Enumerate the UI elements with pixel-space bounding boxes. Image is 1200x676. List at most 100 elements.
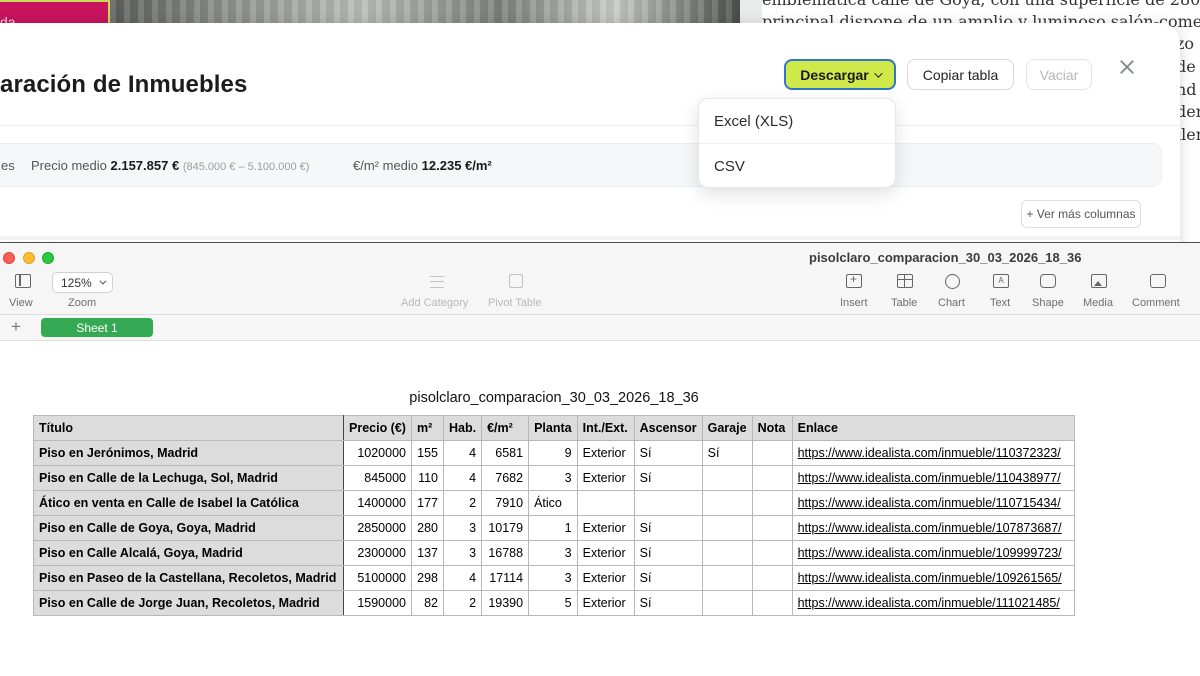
table-cell[interactable]: Sí xyxy=(633,465,703,491)
table-cell[interactable] xyxy=(751,465,793,491)
table-cell[interactable]: 1 xyxy=(528,515,578,541)
table-cell[interactable] xyxy=(701,515,753,541)
table-cell[interactable]: 9 xyxy=(528,440,578,466)
table-cell[interactable]: Exterior xyxy=(576,590,635,616)
sheet-tab-1[interactable]: Sheet 1 xyxy=(41,318,153,337)
row-title-cell[interactable]: Piso en Calle de Jorge Juan, Recoletos, … xyxy=(33,590,344,616)
text-box-icon[interactable]: A xyxy=(993,274,1009,288)
row-title-cell[interactable]: Ático en venta en Calle de Isabel la Cat… xyxy=(33,490,344,516)
table-cell[interactable]: Exterior xyxy=(576,465,635,491)
table-cell[interactable] xyxy=(751,515,793,541)
table-cell[interactable]: Exterior xyxy=(576,565,635,591)
table-cell[interactable] xyxy=(701,465,753,491)
link-cell[interactable]: https://www.idealista.com/inmueble/11043… xyxy=(791,465,1075,491)
table-cell[interactable]: 19390 xyxy=(481,590,530,616)
table-cell[interactable]: 1400000 xyxy=(343,490,412,516)
row-title-cell[interactable]: Piso en Paseo de la Castellana, Recoleto… xyxy=(33,565,344,591)
table-cell[interactable] xyxy=(751,440,793,466)
column-header[interactable]: Nota xyxy=(751,415,793,441)
table-cell[interactable]: Sí xyxy=(633,540,703,566)
more-columns-button[interactable]: + Ver más columnas xyxy=(1021,200,1141,228)
table-cell[interactable] xyxy=(701,590,753,616)
table-cell[interactable]: 2850000 xyxy=(343,515,412,541)
table-cell[interactable] xyxy=(751,490,793,516)
table-cell[interactable]: Sí xyxy=(701,440,753,466)
table-cell[interactable]: 17114 xyxy=(481,565,530,591)
close-icon[interactable] xyxy=(1118,58,1136,76)
copy-table-button[interactable]: Copiar tabla xyxy=(907,59,1014,90)
table-cell[interactable]: 3 xyxy=(528,465,578,491)
table-cell[interactable]: 16788 xyxy=(481,540,530,566)
close-window-button[interactable] xyxy=(3,252,15,264)
link-cell[interactable]: https://www.idealista.com/inmueble/10926… xyxy=(791,565,1075,591)
row-title-cell[interactable]: Piso en Jerónimos, Madrid xyxy=(33,440,344,466)
table-cell[interactable]: 10179 xyxy=(481,515,530,541)
column-header[interactable]: Planta xyxy=(528,415,578,441)
table-cell[interactable] xyxy=(576,490,635,516)
table-cell[interactable]: 280 xyxy=(411,515,444,541)
table-cell[interactable]: 7682 xyxy=(481,465,530,491)
horizontal-scrollbar[interactable] xyxy=(0,236,1180,240)
table-cell[interactable]: 4 xyxy=(442,440,483,466)
table-cell[interactable]: 2 xyxy=(442,490,483,516)
column-header[interactable]: Hab. xyxy=(442,415,483,441)
link-cell[interactable]: https://www.idealista.com/inmueble/10999… xyxy=(791,540,1075,566)
table-cell[interactable]: 82 xyxy=(411,590,444,616)
table-cell[interactable]: 177 xyxy=(411,490,444,516)
column-header[interactable]: Garaje xyxy=(701,415,753,441)
table-cell[interactable] xyxy=(701,565,753,591)
comment-icon[interactable] xyxy=(1150,274,1166,288)
table-cell[interactable]: 2 xyxy=(442,590,483,616)
table-cell[interactable]: 6581 xyxy=(481,440,530,466)
table-cell[interactable]: 137 xyxy=(411,540,444,566)
download-button[interactable]: Descargar xyxy=(784,59,896,90)
column-header[interactable]: Precio (€) xyxy=(343,415,412,441)
link-cell[interactable]: https://www.idealista.com/inmueble/11037… xyxy=(791,440,1075,466)
table-cell[interactable]: Ático xyxy=(528,490,578,516)
table-cell[interactable] xyxy=(701,490,753,516)
table-cell[interactable]: 1590000 xyxy=(343,590,412,616)
column-header[interactable]: m² xyxy=(411,415,444,441)
table-cell[interactable]: 845000 xyxy=(343,465,412,491)
pivot-table-icon[interactable] xyxy=(509,274,523,288)
zoom-select[interactable]: 125% xyxy=(52,272,113,293)
table-cell[interactable]: Exterior xyxy=(576,540,635,566)
column-header[interactable]: Enlace xyxy=(791,415,1075,441)
column-header[interactable]: €/m² xyxy=(481,415,530,441)
row-title-cell[interactable]: Piso en Calle Alcalá, Goya, Madrid xyxy=(33,540,344,566)
table-cell[interactable]: 3 xyxy=(442,540,483,566)
table-cell[interactable]: 3 xyxy=(528,565,578,591)
sidebar-view-icon[interactable] xyxy=(15,274,31,288)
table-cell[interactable]: Sí xyxy=(633,565,703,591)
table-cell[interactable]: 4 xyxy=(442,465,483,491)
menu-item-csv[interactable]: CSV xyxy=(699,144,895,188)
table-cell[interactable]: Sí xyxy=(633,590,703,616)
column-header[interactable]: Ascensor xyxy=(633,415,703,441)
menu-item-excel[interactable]: Excel (XLS) xyxy=(699,99,895,143)
table-cell[interactable]: Exterior xyxy=(576,515,635,541)
table-cell[interactable]: Sí xyxy=(633,515,703,541)
table-icon[interactable] xyxy=(897,274,913,288)
media-icon[interactable] xyxy=(1091,274,1107,288)
row-title-cell[interactable]: Piso en Calle de Goya, Goya, Madrid xyxy=(33,515,344,541)
table-cell[interactable]: 2300000 xyxy=(343,540,412,566)
table-cell[interactable]: 298 xyxy=(411,565,444,591)
row-title-cell[interactable]: Piso en Calle de la Lechuga, Sol, Madrid xyxy=(33,465,344,491)
table-cell[interactable] xyxy=(751,590,793,616)
table-cell[interactable]: 5 xyxy=(528,590,578,616)
table-cell[interactable]: 155 xyxy=(411,440,444,466)
add-sheet-icon[interactable]: + xyxy=(11,317,21,337)
table-cell[interactable] xyxy=(633,490,703,516)
link-cell[interactable]: https://www.idealista.com/inmueble/11102… xyxy=(791,590,1075,616)
fullscreen-window-button[interactable] xyxy=(42,252,54,264)
table-cell[interactable] xyxy=(701,540,753,566)
insert-icon[interactable] xyxy=(846,272,862,288)
table-cell[interactable]: 3 xyxy=(442,515,483,541)
column-header[interactable]: Int./Ext. xyxy=(576,415,635,441)
table-cell[interactable]: 110 xyxy=(411,465,444,491)
minimize-window-button[interactable] xyxy=(23,252,35,264)
add-category-icon[interactable] xyxy=(430,276,444,288)
table-cell[interactable]: 1020000 xyxy=(343,440,412,466)
link-cell[interactable]: https://www.idealista.com/inmueble/10787… xyxy=(791,515,1075,541)
chart-icon[interactable] xyxy=(945,274,960,289)
